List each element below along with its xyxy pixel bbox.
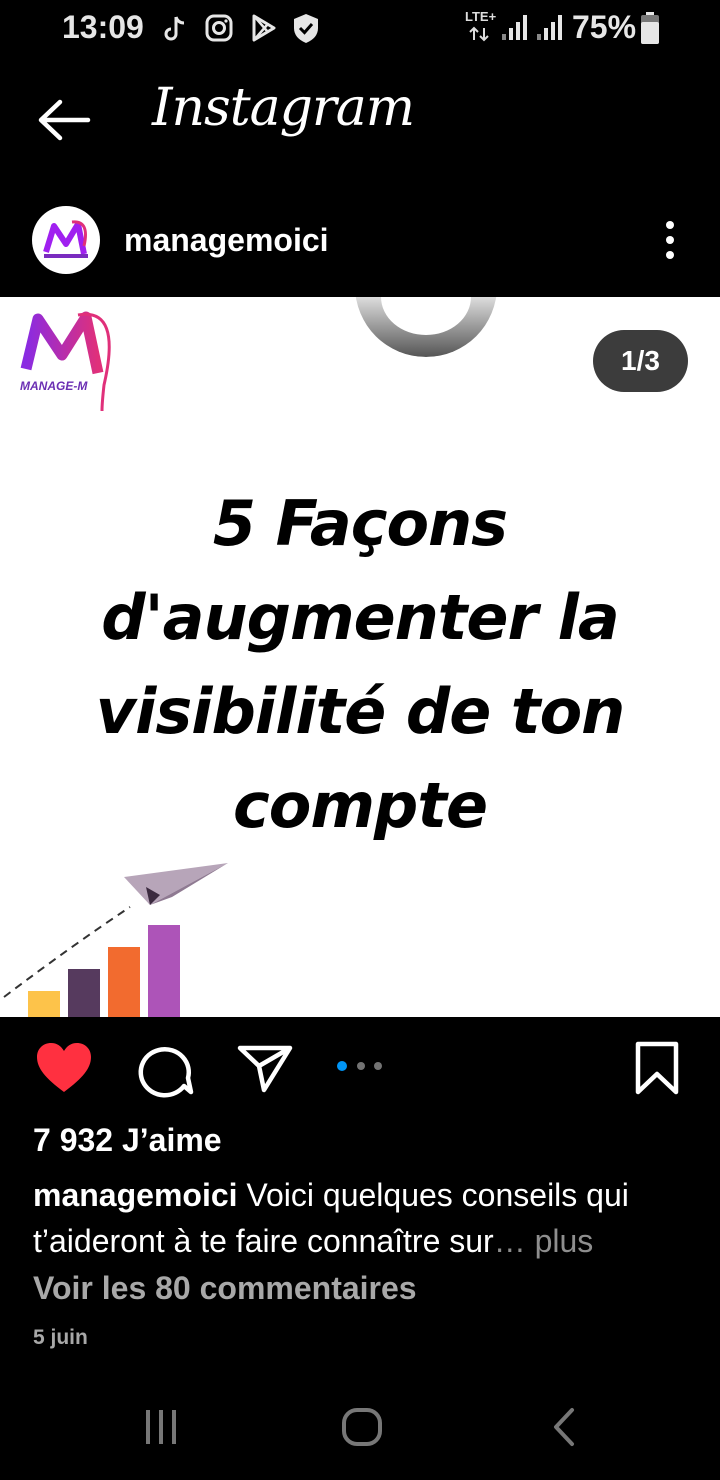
share-icon[interactable]: [236, 1040, 294, 1098]
headline-line: visibilité de ton: [95, 675, 626, 748]
decorative-arc: [355, 297, 497, 357]
post-username[interactable]: managemoici: [124, 222, 329, 259]
post-image[interactable]: MANAGE-M 1/3 5 Façons d'augmenter la vis…: [0, 297, 720, 1017]
headline-line: 5 Façons: [212, 487, 508, 560]
carousel-dot: [357, 1062, 365, 1070]
caption-username[interactable]: managemoici: [33, 1177, 238, 1213]
shield-icon: [294, 14, 318, 43]
like-count[interactable]: 7 932 J’aime: [33, 1122, 222, 1159]
post-headline: 5 Façons d'augmenter la visibilité de to…: [40, 477, 680, 853]
post-caption[interactable]: managemoici Voici quelques conseils qui …: [33, 1172, 683, 1264]
network-type: LTE+: [465, 9, 497, 24]
play-store-icon: [252, 14, 276, 42]
home-icon[interactable]: [340, 1400, 384, 1456]
avatar[interactable]: [32, 206, 100, 274]
like-heart-icon[interactable]: [35, 1040, 93, 1098]
view-comments-link[interactable]: Voir les 80 commentaires: [33, 1270, 417, 1307]
comment-icon[interactable]: [136, 1040, 194, 1098]
battery-percent: 75%: [572, 9, 637, 45]
brand-logo-text: MANAGE-M: [20, 379, 88, 393]
headline-line: d'augmenter la: [101, 581, 619, 654]
post-date: 5 juin: [33, 1326, 88, 1349]
carousel-dot: [374, 1062, 382, 1070]
growth-chart-illustration: [3, 863, 228, 1017]
brand-logo: MANAGE-M: [16, 307, 126, 412]
back-arrow-icon[interactable]: [36, 98, 92, 142]
app-title: Instagram: [152, 78, 415, 138]
data-arrows-icon: [469, 26, 489, 42]
carousel-dots: [337, 1061, 382, 1071]
signal-icon: [537, 15, 562, 40]
back-icon[interactable]: [548, 1400, 578, 1456]
instagram-icon: [205, 14, 233, 42]
headline-line: compte: [232, 769, 488, 842]
more-options-icon[interactable]: [656, 218, 684, 262]
caption-more-link[interactable]: … plus: [494, 1223, 594, 1259]
bookmark-icon[interactable]: [630, 1040, 684, 1098]
carousel-counter: 1/3: [593, 330, 688, 392]
manage-moi-logo-icon: [43, 220, 88, 258]
status-bar: 13:09 LTE+ 75%: [0, 0, 720, 58]
recent-apps-icon[interactable]: [140, 1400, 182, 1456]
status-time: 13:09: [62, 9, 144, 45]
carousel-dot-active: [337, 1061, 347, 1071]
battery-icon: [641, 12, 659, 44]
signal-icon: [502, 15, 527, 40]
manage-moi-logo-icon: [20, 311, 111, 412]
tiktok-icon: [164, 16, 185, 41]
